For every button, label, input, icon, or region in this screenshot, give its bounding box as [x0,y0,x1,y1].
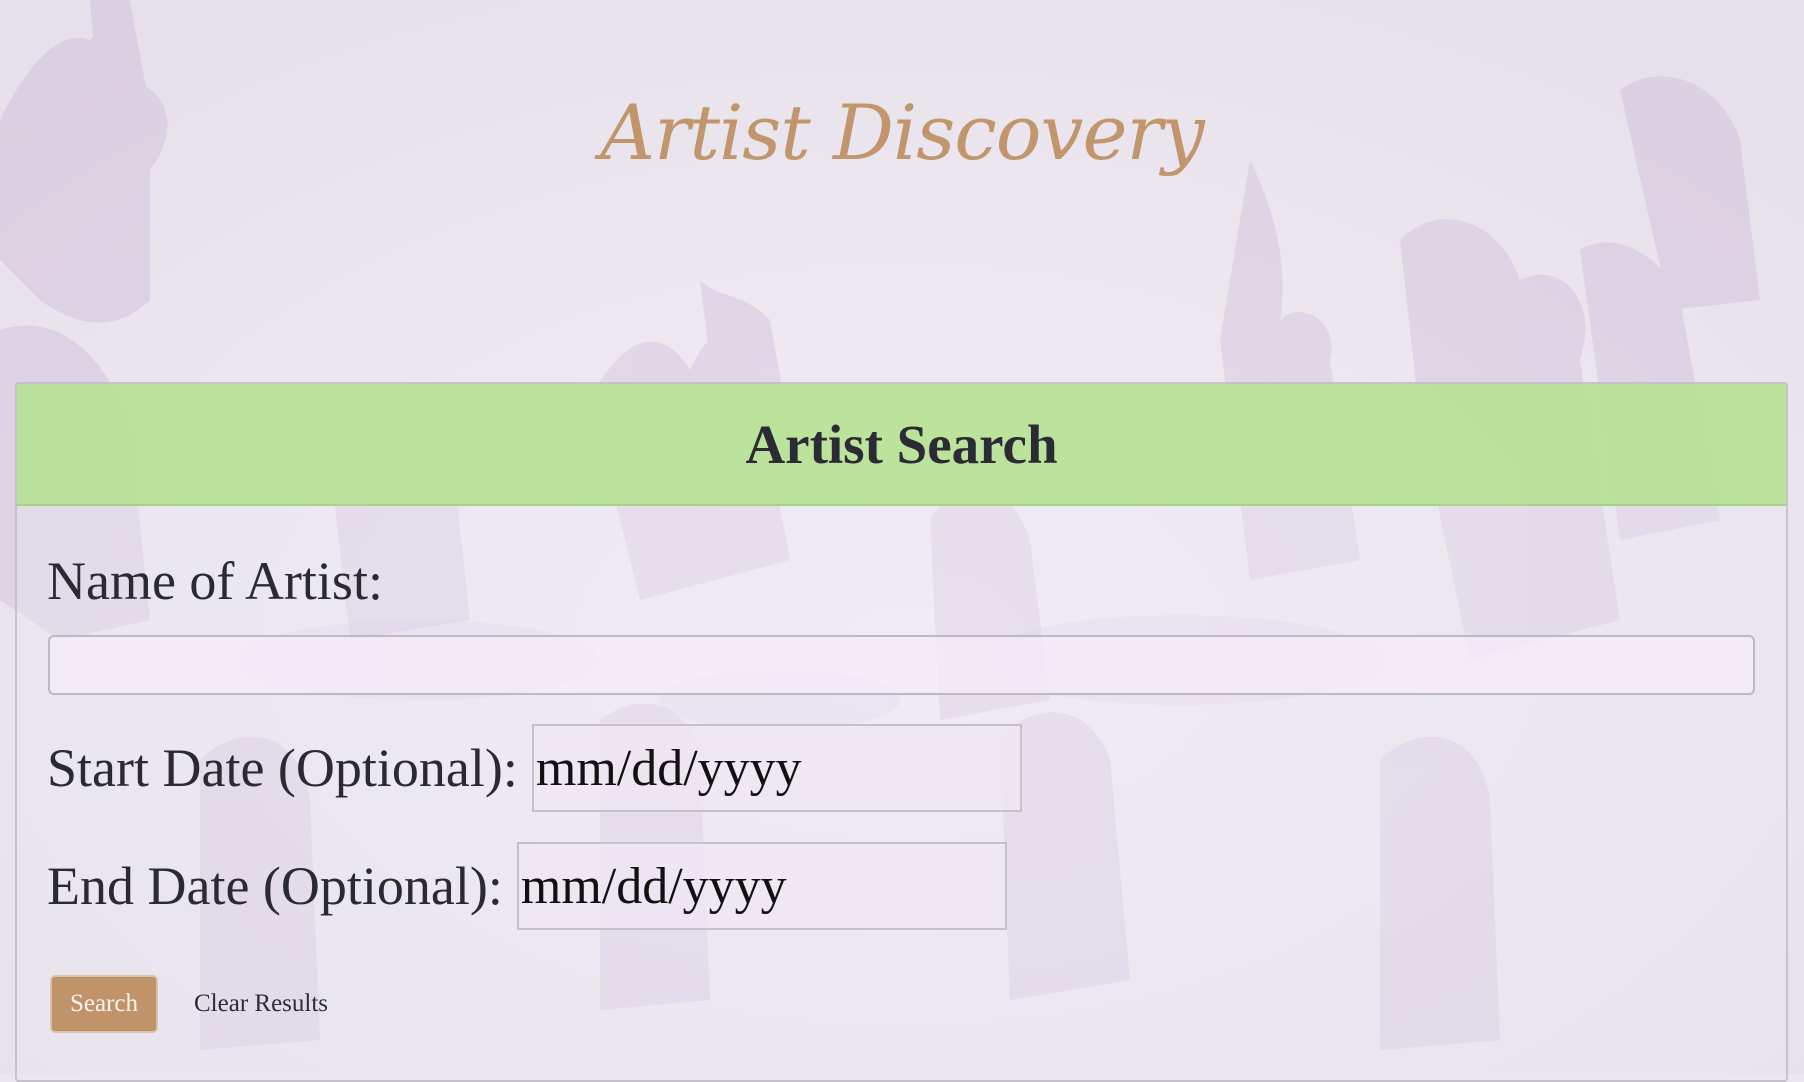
site-title: Artist Discovery [600,88,1205,177]
start-date-input[interactable] [531,724,1022,812]
start-date-label: Start Date (Optional): [47,738,518,798]
end-date-row: End Date (Optional): [47,842,1007,930]
form-actions: Search Clear Results [50,975,328,1033]
panel-header: Artist Search [17,384,1786,506]
artist-name-label: Name of Artist: [47,551,383,611]
search-button[interactable]: Search [50,975,158,1033]
artist-name-input[interactable] [48,635,1755,695]
artist-search-panel: Artist Search Name of Artist: Start Date… [15,382,1788,1082]
end-date-label: End Date (Optional): [47,856,503,916]
panel-title: Artist Search [745,413,1058,475]
start-date-row: Start Date (Optional): [47,724,1022,812]
clear-results-link[interactable]: Clear Results [194,990,328,1018]
end-date-input[interactable] [516,842,1007,930]
